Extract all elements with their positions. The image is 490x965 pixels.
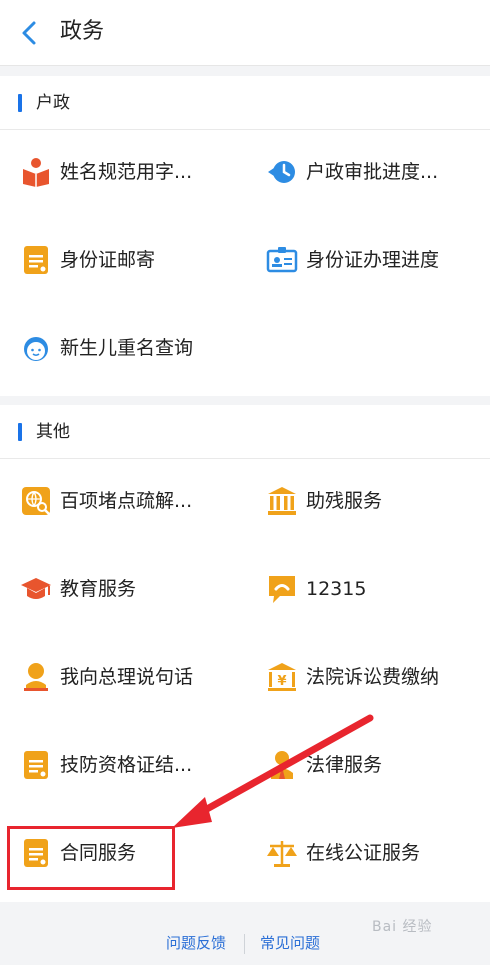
section-title: 其他 (36, 422, 70, 442)
section-header-other: 其他 (0, 405, 490, 459)
service-label: 我向总理说句话 (60, 666, 194, 688)
back-button[interactable] (14, 17, 46, 49)
service-label: 新生儿重名查询 (60, 337, 194, 359)
service-label: 身份证邮寄 (60, 249, 156, 271)
court-fee-icon: ¥ (268, 663, 296, 691)
person-speak-icon (24, 663, 48, 691)
clock-refresh-icon (268, 161, 295, 183)
page-title: 政务 (60, 19, 105, 44)
highlight-box (7, 826, 175, 890)
service-item-court-fee[interactable]: ¥ 法院诉讼费缴纳 (266, 647, 476, 707)
service-label: 技防资格证结... (60, 754, 193, 776)
chevron-left-icon (22, 21, 36, 45)
service-label: 教育服务 (60, 578, 137, 600)
baby-face-icon (24, 337, 48, 361)
service-label: 户政审批进度... (306, 161, 439, 183)
institution-icon (268, 487, 296, 515)
service-item-disability[interactable]: 助残服务 (266, 471, 476, 531)
document-icon (24, 751, 48, 779)
service-item-premier-message[interactable]: 我向总理说句话 (20, 647, 230, 707)
service-item-bottleneck[interactable]: 百项堵点疏解... (20, 471, 230, 531)
service-item-approval-progress[interactable]: 户政审批进度... (266, 142, 476, 202)
service-label: 12315 (306, 578, 367, 600)
watermark: Bai 经验 (372, 919, 433, 935)
feedback-link[interactable]: 问题反馈 (166, 932, 226, 954)
reading-person-icon (23, 158, 49, 187)
section-header-huzheng: 户政 (0, 76, 490, 130)
service-item-newborn-name[interactable]: 新生儿重名查询 (20, 318, 230, 378)
chat-phone-icon (269, 576, 295, 603)
service-item-legal[interactable]: 法律服务 (266, 735, 476, 795)
graduation-cap-icon (21, 578, 51, 599)
service-item-id-progress[interactable]: 身份证办理进度 (266, 230, 476, 290)
svg-text:¥: ¥ (277, 674, 286, 689)
service-item-id-mail[interactable]: 身份证邮寄 (20, 230, 230, 290)
service-item-12315[interactable]: 12315 (266, 559, 476, 619)
footer-divider (244, 934, 245, 954)
service-label: 百项堵点疏解... (60, 490, 193, 512)
huzheng-service-grid: 姓名规范用字... 户政审批进度... 身份证邮寄 身份证办理进度 新生儿重名查… (0, 130, 490, 396)
scales-icon (267, 841, 297, 867)
service-label: 在线公证服务 (306, 842, 421, 864)
service-label: 法律服务 (306, 754, 383, 776)
section-accent-bar (18, 94, 22, 112)
service-item-security-cert[interactable]: 技防资格证结... (20, 735, 230, 795)
service-item-name-standard[interactable]: 姓名规范用字... (20, 142, 230, 202)
top-bar: 政务 (0, 0, 490, 66)
service-label: 法院诉讼费缴纳 (306, 666, 440, 688)
id-card-icon (266, 247, 298, 273)
section-accent-bar (18, 423, 22, 441)
lawyer-icon (271, 751, 293, 779)
service-label: 身份证办理进度 (306, 249, 440, 271)
globe-search-icon (22, 487, 50, 515)
service-label: 姓名规范用字... (60, 161, 193, 183)
faq-link[interactable]: 常见问题 (260, 932, 320, 954)
document-icon (24, 246, 48, 274)
service-item-notary[interactable]: 在线公证服务 (266, 823, 476, 883)
section-title: 户政 (36, 93, 70, 113)
service-label: 助残服务 (306, 490, 383, 512)
service-item-education[interactable]: 教育服务 (20, 559, 230, 619)
